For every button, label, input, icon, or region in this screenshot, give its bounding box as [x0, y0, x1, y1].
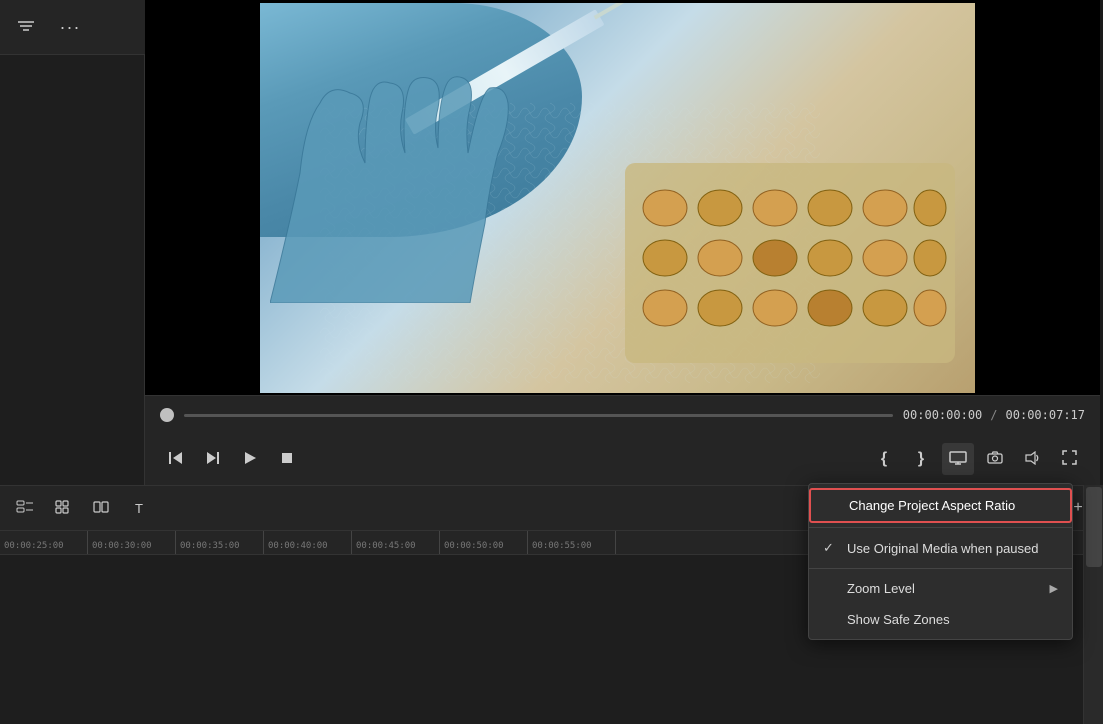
mark-out-button[interactable]: } [905, 443, 937, 475]
mark-in-icon: { [881, 450, 887, 468]
mark-out-icon: } [918, 450, 924, 468]
scrollbar-thumb[interactable] [1086, 487, 1102, 567]
filter-icon [17, 19, 35, 36]
menu-item-use-original-media[interactable]: ✓ Use Original Media when paused [809, 532, 1072, 564]
play-button[interactable] [234, 443, 266, 475]
checkmark-use-original: ✓ [823, 540, 839, 556]
ruler-label-2: 00:00:35:00 [180, 541, 240, 551]
total-time: 00:00:07:17 [1006, 408, 1085, 422]
ruler-segment-4: 00:00:45:00 [352, 531, 440, 554]
playback-bar: 00:00:00:00 / 00:00:07:17 [145, 395, 1100, 485]
ruler-label-3: 00:00:40:00 [268, 541, 328, 551]
step-back-button[interactable] [160, 443, 192, 475]
right-controls: { } [868, 443, 1085, 475]
audio-icon [1025, 451, 1040, 468]
current-time: 00:00:00:00 [903, 408, 982, 422]
menu-label-zoom: Zoom Level [847, 581, 1042, 596]
ruler-segment-3: 00:00:40:00 [264, 531, 352, 554]
ruler-segment-6: 00:00:55:00 [528, 531, 616, 554]
nested-icon [55, 499, 71, 518]
snapshot-button[interactable] [979, 443, 1011, 475]
ruler-label-6: 00:00:55:00 [532, 541, 592, 551]
menu-item-zoom-level[interactable]: Zoom Level ▶ [809, 573, 1072, 604]
split-icon [93, 499, 109, 518]
step-back-icon [168, 450, 184, 469]
context-menu: Change Project Aspect Ratio ✓ Use Origin… [808, 483, 1073, 640]
mark-in-button[interactable]: { [868, 443, 900, 475]
timeline-split-button[interactable] [86, 494, 116, 522]
menu-separator-1 [809, 527, 1072, 528]
text-icon: T [135, 501, 143, 516]
step-forward-button[interactable] [197, 443, 229, 475]
video-frame [260, 3, 975, 393]
time-separator: / [990, 408, 997, 422]
ruler-segment-2: 00:00:35:00 [176, 531, 264, 554]
menu-item-change-aspect-ratio[interactable]: Change Project Aspect Ratio [809, 488, 1072, 523]
menu-item-show-safe-zones[interactable]: Show Safe Zones [809, 604, 1072, 635]
ruler-label-0: 00:00:25:00 [4, 541, 64, 551]
stop-icon [281, 451, 293, 467]
tracks-icon [16, 499, 34, 518]
menu-separator-2 [809, 568, 1072, 569]
left-panel [0, 55, 145, 485]
playhead[interactable] [160, 408, 174, 422]
monitor-icon [949, 451, 967, 468]
fullscreen-button[interactable] [1053, 443, 1085, 475]
stop-button[interactable] [271, 443, 303, 475]
audio-button[interactable] [1016, 443, 1048, 475]
controls-row: { } [145, 434, 1100, 484]
video-preview [145, 0, 1100, 395]
menu-label-use-original: Use Original Media when paused [847, 541, 1058, 556]
step-forward-icon [205, 450, 221, 469]
more-options-button[interactable]: ··· [54, 11, 86, 43]
more-icon: ··· [60, 17, 81, 38]
vertical-scrollbar[interactable] [1083, 485, 1103, 724]
ruler-segment-1: 00:00:30:00 [88, 531, 176, 554]
timeline-nested-button[interactable] [48, 494, 78, 522]
monitor-button[interactable] [942, 443, 974, 475]
menu-label-aspect-ratio: Change Project Aspect Ratio [849, 498, 1056, 513]
ruler-label-1: 00:00:30:00 [92, 541, 152, 551]
filter-button[interactable] [10, 11, 42, 43]
ruler-label-4: 00:00:45:00 [356, 541, 416, 551]
left-panel-toolbar: ··· [0, 0, 145, 55]
timeline-text-button[interactable]: T [124, 494, 154, 522]
play-icon [243, 451, 257, 468]
ruler-segment-5: 00:00:50:00 [440, 531, 528, 554]
checkmark-aspect-ratio [825, 498, 841, 513]
zoom-submenu-arrow: ▶ [1050, 582, 1058, 595]
timeline-tracks-button[interactable] [10, 494, 40, 522]
camera-icon [987, 451, 1003, 467]
ruler-label-5: 00:00:50:00 [444, 541, 504, 551]
progress-track[interactable] [184, 414, 893, 417]
ruler-segment-0: 00:00:25:00 [0, 531, 88, 554]
time-display: 00:00:00:00 / 00:00:07:17 [903, 408, 1085, 422]
menu-label-safe-zones: Show Safe Zones [847, 612, 1058, 627]
progress-row: 00:00:00:00 / 00:00:07:17 [145, 396, 1100, 434]
zoom-in-icon: + [1073, 499, 1082, 517]
fullscreen-icon [1062, 450, 1077, 468]
